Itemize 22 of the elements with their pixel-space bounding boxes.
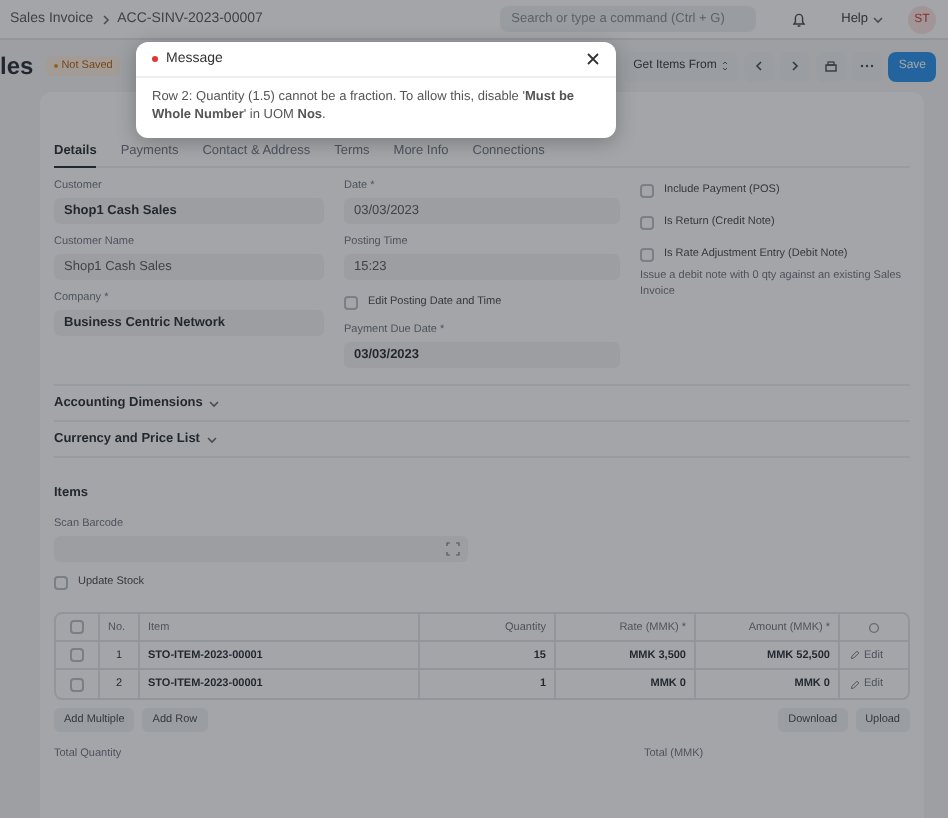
checkbox[interactable] [70,620,84,634]
page-title: les [0,52,34,80]
printer-icon [824,59,839,73]
checkbox[interactable] [70,677,84,691]
input-field[interactable] [54,536,468,562]
checkbox[interactable] [640,247,654,261]
indicator-dot [152,56,158,62]
checkbox[interactable] [54,575,68,589]
pencil-icon [850,679,860,689]
pencil-icon [850,650,860,660]
checkbox[interactable] [640,215,654,229]
checkbox[interactable] [640,183,654,197]
chevron-icon [101,13,110,25]
scan-icon[interactable] [446,542,460,556]
checkbox[interactable] [70,648,84,662]
checkbox[interactable] [344,295,358,309]
settings-icon[interactable] [868,621,880,633]
chevron-right-icon [790,60,801,72]
bell-icon[interactable] [791,11,806,27]
close-icon[interactable] [586,52,600,66]
chevron-left-icon [754,60,765,72]
chevron-icon [872,15,884,23]
